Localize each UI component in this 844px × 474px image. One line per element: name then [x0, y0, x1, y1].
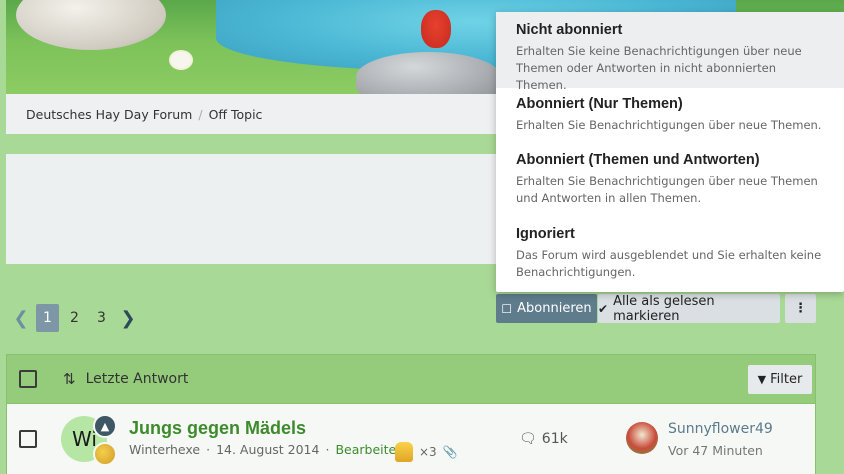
menu-item-threads-and-replies[interactable]: Abonniert (Themen und Antworten) Erhalte… — [496, 144, 844, 218]
last-post-time[interactable]: Vor 47 Minuten — [668, 443, 763, 458]
thread-checkbox[interactable] — [19, 430, 37, 448]
subscribe-button[interactable]: ☐ Abonnieren — [496, 294, 597, 323]
next-page-icon[interactable]: ❯ — [117, 304, 139, 332]
filter-label: Filter — [770, 372, 803, 387]
subscribe-label: Abonnieren — [517, 301, 592, 316]
participant-avatar[interactable] — [93, 442, 117, 466]
thread-author[interactable]: Winterhexe — [129, 442, 200, 457]
menu-item-title: Abonniert (Nur Themen) — [516, 96, 683, 112]
more-options-button[interactable]: ⋮ — [785, 294, 816, 323]
edit-link[interactable]: Bearbeiten — [335, 442, 404, 457]
replies-count: 🗨 61k — [519, 431, 568, 447]
menu-item-desc: Erhalten Sie Benachrichtigungen über neu… — [516, 174, 818, 205]
replies-value: 61k — [541, 431, 568, 447]
pin-icon: ▲ — [93, 414, 117, 438]
filter-button[interactable]: ▼ Filter — [748, 365, 812, 394]
thread-list-header: ⇅ Letzte Antwort ▼ Filter — [6, 354, 816, 404]
reaction-count: ×3 — [419, 445, 437, 459]
pagination: ❮ 1 2 3 ❯ — [10, 304, 139, 332]
prev-page-icon[interactable]: ❮ — [10, 304, 32, 332]
filter-icon: ▼ — [757, 373, 767, 386]
sort-control[interactable]: ⇅ Letzte Antwort — [63, 370, 188, 388]
menu-item-desc: Erhalten Sie keine Benachrichtigungen üb… — [516, 44, 802, 92]
reactions[interactable]: ×3 📎 — [395, 442, 458, 462]
breadcrumb-separator: / — [198, 106, 203, 122]
banner-sheep — [16, 0, 166, 50]
select-all-checkbox[interactable] — [19, 370, 37, 388]
paperclip-icon: 📎 — [442, 445, 458, 459]
page-3[interactable]: 3 — [90, 304, 113, 332]
thumbs-up-icon — [395, 442, 413, 462]
menu-item-desc: Das Forum wird ausgeblendet und Sie erha… — [516, 248, 822, 279]
meta-dot: · — [325, 442, 330, 457]
last-poster-name[interactable]: Sunnyflower49 — [668, 421, 773, 437]
last-poster-avatar[interactable] — [626, 422, 658, 454]
thread-row: Wi ▲ Jungs gegen Mädels Winterhexe · 14.… — [6, 404, 816, 474]
comment-icon: 🗨 — [519, 431, 537, 447]
more-icon: ⋮ — [794, 301, 807, 316]
thread-meta: Winterhexe · 14. August 2014 · Bearbeite… — [129, 442, 404, 457]
meta-dot: · — [206, 442, 211, 457]
thread-date[interactable]: 14. August 2014 — [216, 442, 319, 457]
sort-label: Letzte Antwort — [85, 371, 189, 387]
banner-flower — [171, 52, 191, 68]
subscribe-menu: Nicht abonniert Erhalten Sie keine Benac… — [496, 12, 844, 292]
menu-item-threads-only[interactable]: Abonniert (Nur Themen) Erhalten Sie Bena… — [496, 88, 844, 144]
sort-icon: ⇅ — [63, 370, 76, 388]
mark-read-label: Alle als gelesen markieren — [613, 293, 715, 324]
thread-title[interactable]: Jungs gegen Mädels — [129, 418, 306, 439]
menu-item-not-subscribed[interactable]: Nicht abonniert Erhalten Sie keine Benac… — [496, 12, 844, 92]
menu-item-title: Nicht abonniert — [516, 22, 623, 38]
page-1[interactable]: 1 — [36, 304, 59, 332]
bookmark-icon: ☐ — [501, 301, 513, 316]
breadcrumb-item-forum[interactable]: Deutsches Hay Day Forum — [26, 107, 192, 122]
banner-rock — [356, 52, 501, 94]
page-2[interactable]: 2 — [63, 304, 86, 332]
menu-item-desc: Erhalten Sie Benachrichtigungen über neu… — [516, 118, 822, 132]
mark-all-read-button[interactable]: ✔ Alle als gelesen markieren — [598, 293, 780, 324]
banner-crab — [421, 10, 451, 48]
check-icon: ✔ — [598, 301, 609, 316]
menu-item-title: Abonniert (Themen und Antworten) — [516, 152, 760, 168]
breadcrumb-item-off-topic[interactable]: Off Topic — [209, 107, 263, 122]
menu-item-title: Ignoriert — [516, 226, 575, 242]
menu-item-ignored[interactable]: Ignoriert Das Forum wird ausgeblendet un… — [496, 218, 844, 292]
